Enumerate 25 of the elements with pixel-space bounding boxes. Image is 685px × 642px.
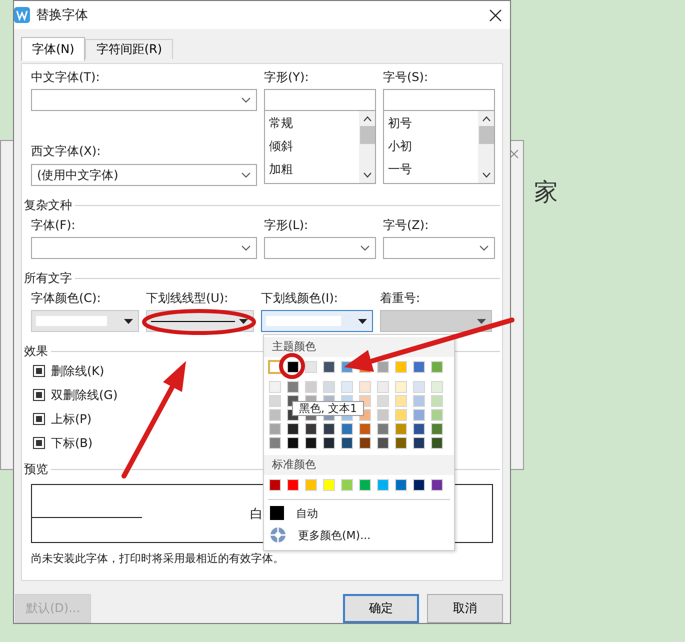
checkbox-label: 删除线(K)	[51, 362, 104, 380]
field-label: 字号(Z):	[383, 218, 430, 232]
field-label: 中文字体(T):	[31, 70, 101, 84]
preview-text: 白	[250, 506, 263, 522]
field-label: 西文字体(X):	[31, 144, 102, 158]
checkbox-label: 双删除线(G)	[51, 386, 118, 404]
field-label: 着重号:	[380, 291, 422, 305]
tooltip: 黑色, 文本1	[292, 401, 364, 416]
field-label: 字号(S):	[383, 70, 430, 84]
field-label: 字体(F):	[31, 218, 76, 232]
field-label: 字体颜色(C):	[31, 291, 102, 305]
section-title: 效果	[24, 342, 48, 360]
checkbox-label: 下标(B)	[51, 434, 93, 452]
field-label: 下划线颜色(I):	[261, 291, 339, 305]
field-label: 下划线线型(U):	[146, 291, 230, 305]
field-label: 字形(Y):	[264, 70, 310, 84]
document-text: 家	[534, 177, 558, 208]
section-title: 预览	[24, 460, 48, 478]
window-title: 替换字体	[36, 7, 89, 24]
field-label: 字形(L):	[264, 218, 310, 232]
checkbox-label: 上标(P)	[51, 410, 92, 428]
section-title: 所有文字	[24, 270, 72, 286]
note-text: 尚未安装此字体，打印时将采用最相近的有效字体。	[31, 551, 285, 566]
menu-heading: 标准颜色	[264, 455, 454, 475]
section-title: 复杂文种	[24, 196, 72, 214]
